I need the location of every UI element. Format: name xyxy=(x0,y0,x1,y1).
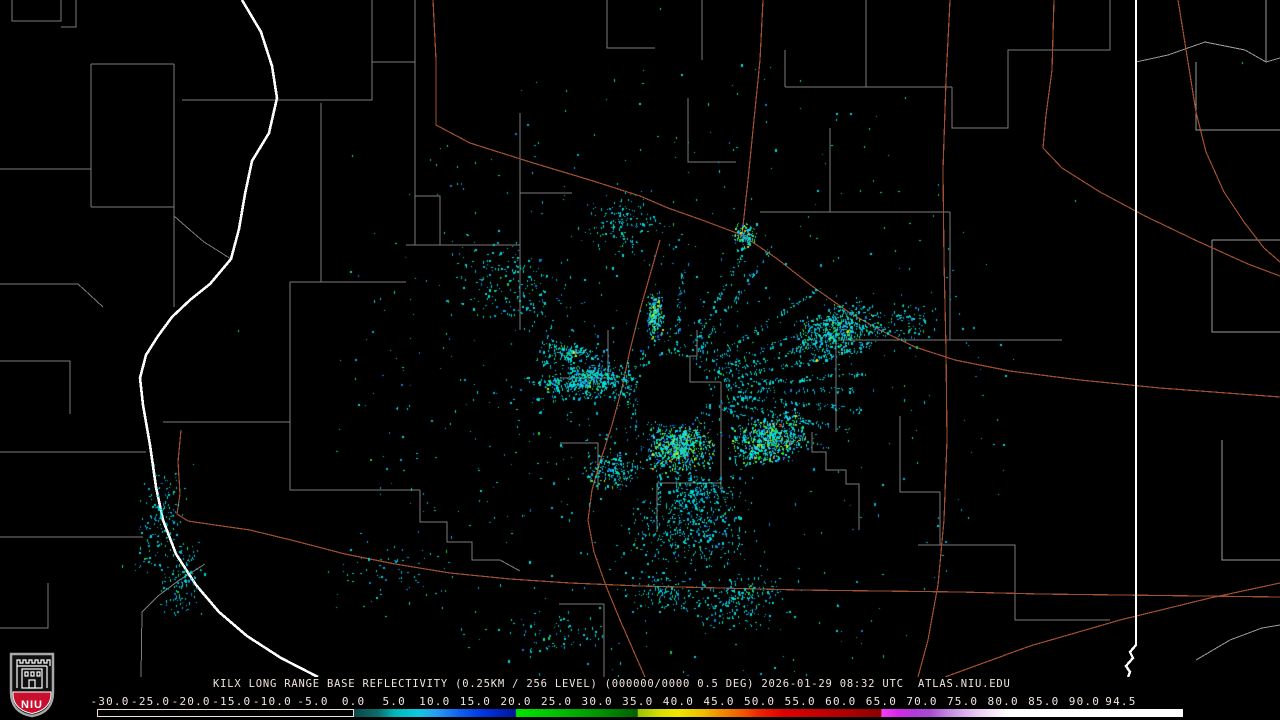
map-line xyxy=(944,582,1280,677)
map-line xyxy=(173,215,232,260)
map-line xyxy=(61,0,77,28)
map-line xyxy=(1135,41,1280,63)
colorbar-tick-label: 45.0 xyxy=(703,695,735,708)
map-line xyxy=(560,442,599,490)
map-line xyxy=(899,416,940,493)
map-line xyxy=(687,98,736,163)
map-line xyxy=(1195,624,1280,661)
colorbar-tick-label: -5.0 xyxy=(297,695,329,708)
colorbar-gradient xyxy=(354,709,1183,717)
colorbar-tick-label: 40.0 xyxy=(662,695,695,708)
county-borders-indiana xyxy=(1135,0,1280,661)
map-line xyxy=(606,0,655,49)
map-line xyxy=(689,330,721,383)
colorbar-tick-label: 5.0 xyxy=(382,695,406,708)
map-line xyxy=(182,61,415,101)
colorbar-tick-label: 35.0 xyxy=(622,695,654,708)
colorbar-tick-label: 85.0 xyxy=(1028,695,1060,708)
colorbar-tick-label: 60.0 xyxy=(825,695,857,708)
map-line xyxy=(415,195,441,245)
colorbar-tick-label: 25.0 xyxy=(540,695,573,708)
map-line xyxy=(176,429,1280,598)
map-line xyxy=(0,583,49,629)
map-line xyxy=(432,0,669,209)
map-line xyxy=(289,422,420,491)
colorbar-tick-label: 75.0 xyxy=(946,695,979,708)
colorbar-tick-label: 55.0 xyxy=(784,695,816,708)
colorbar-scale-labels: -30.0 -25.0 -20.0 -15.0 -10.0 -5.0 0.0 5.0 10.0 1… xyxy=(0,695,1280,708)
state-borders xyxy=(138,0,1138,677)
colorbar-tick-label: 90.0 xyxy=(1068,695,1101,708)
map-line xyxy=(918,544,1110,621)
colorbar-tick-label: -15.0 xyxy=(212,695,252,708)
colorbar-tick-label: -30.0 xyxy=(90,695,130,708)
base-map xyxy=(0,0,1280,677)
map-line xyxy=(1221,440,1280,561)
map-line xyxy=(11,0,62,22)
colorbar-tick-label: 80.0 xyxy=(987,695,1019,708)
map-line xyxy=(0,283,104,308)
product-title: KILX LONG RANGE BASE REFLECTIVITY (0.25K… xyxy=(213,678,1011,690)
colorbar-tick-label: 0.0 xyxy=(341,695,366,708)
colorbar-tick-label: 94.5 xyxy=(1105,695,1137,708)
colorbar-tick-label: 10.0 xyxy=(419,695,451,708)
map-line xyxy=(587,239,661,677)
highway-lines xyxy=(176,0,1280,677)
colorbar-tick-label: 50.0 xyxy=(743,695,776,708)
map-line xyxy=(951,0,1111,129)
colorbar-negative-range-box xyxy=(97,709,354,717)
colorbar-tick-label: 15.0 xyxy=(459,695,492,708)
map-line xyxy=(419,490,521,572)
colorbar-tick-label: 65.0 xyxy=(865,695,898,708)
map-line xyxy=(1177,0,1280,263)
map-line xyxy=(0,360,71,414)
map-line xyxy=(560,330,609,379)
map-line xyxy=(741,0,764,236)
map-line xyxy=(138,0,319,677)
map-line xyxy=(1195,62,1280,131)
colorbar-tick-label: -20.0 xyxy=(171,695,211,708)
colorbar xyxy=(0,709,1280,719)
colorbar-tick-label: -25.0 xyxy=(131,695,171,708)
map-line xyxy=(140,563,206,677)
colorbar-tick-label: 70.0 xyxy=(906,695,938,708)
colorbar-tick-label: 20.0 xyxy=(500,695,532,708)
colorbar-tick-label: 30.0 xyxy=(581,695,613,708)
colorbar-tick-label: -10.0 xyxy=(252,695,292,708)
map-line xyxy=(811,432,860,530)
map-line xyxy=(1124,0,1138,677)
county-borders xyxy=(0,0,1111,677)
map-line xyxy=(917,0,951,677)
map-line xyxy=(1042,0,1280,277)
radar-display: NIU KILX LONG RANGE BASE REFLECTIVITY (0… xyxy=(0,0,1280,720)
